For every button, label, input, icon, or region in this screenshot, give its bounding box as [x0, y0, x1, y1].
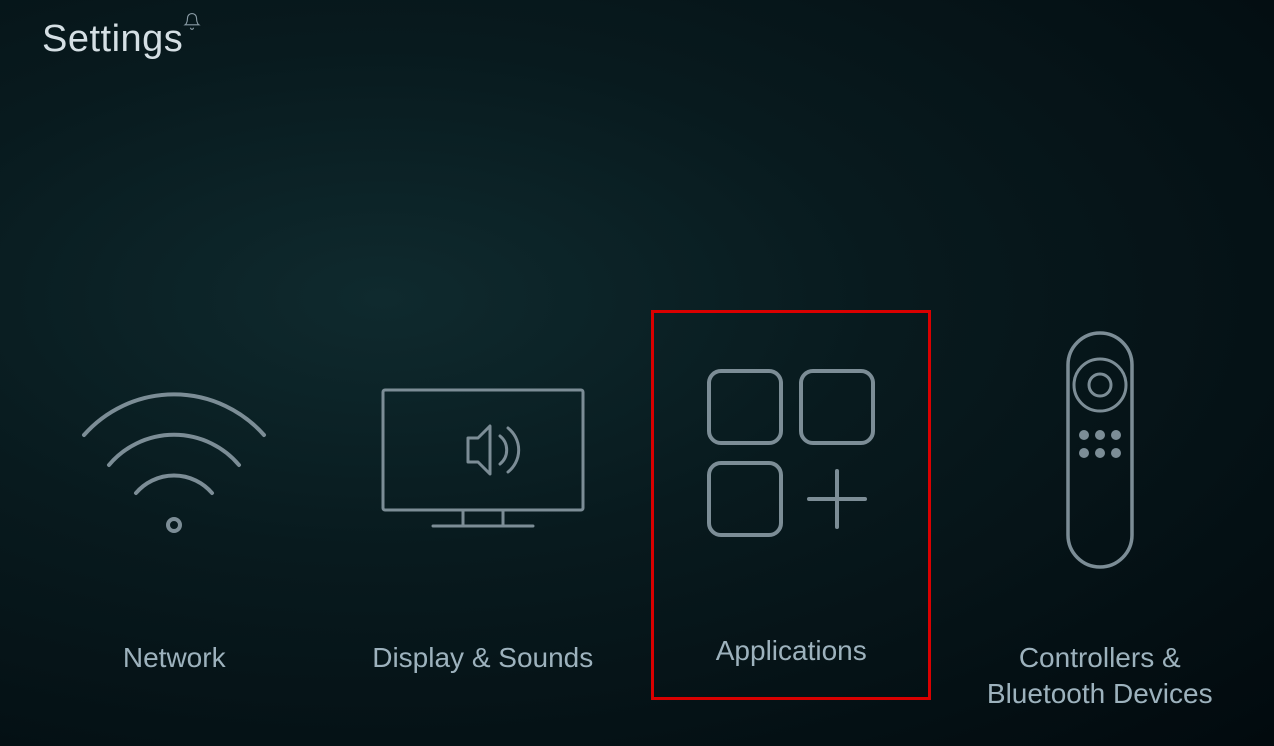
page-title: Settings	[42, 18, 183, 61]
apps-grid-icon	[670, 323, 912, 583]
tile-label-display-sounds: Display & Sounds	[372, 640, 593, 676]
settings-header: Settings	[42, 18, 201, 61]
tile-label-network: Network	[123, 640, 226, 676]
tile-controllers-bluetooth[interactable]: Controllers & Bluetooth Devices	[960, 320, 1240, 713]
tile-label-controllers-bluetooth: Controllers & Bluetooth Devices	[960, 640, 1240, 713]
tile-applications[interactable]: Applications	[651, 310, 931, 700]
wifi-icon	[34, 320, 314, 580]
remote-controller-icon	[960, 320, 1240, 580]
settings-tiles-row: Network Display & Sounds	[0, 320, 1274, 713]
tv-speaker-icon	[343, 320, 623, 580]
tile-label-applications: Applications	[716, 633, 867, 669]
notification-bell-icon[interactable]	[183, 12, 201, 35]
tile-network[interactable]: Network	[34, 320, 314, 676]
tile-display-sounds[interactable]: Display & Sounds	[343, 320, 623, 676]
